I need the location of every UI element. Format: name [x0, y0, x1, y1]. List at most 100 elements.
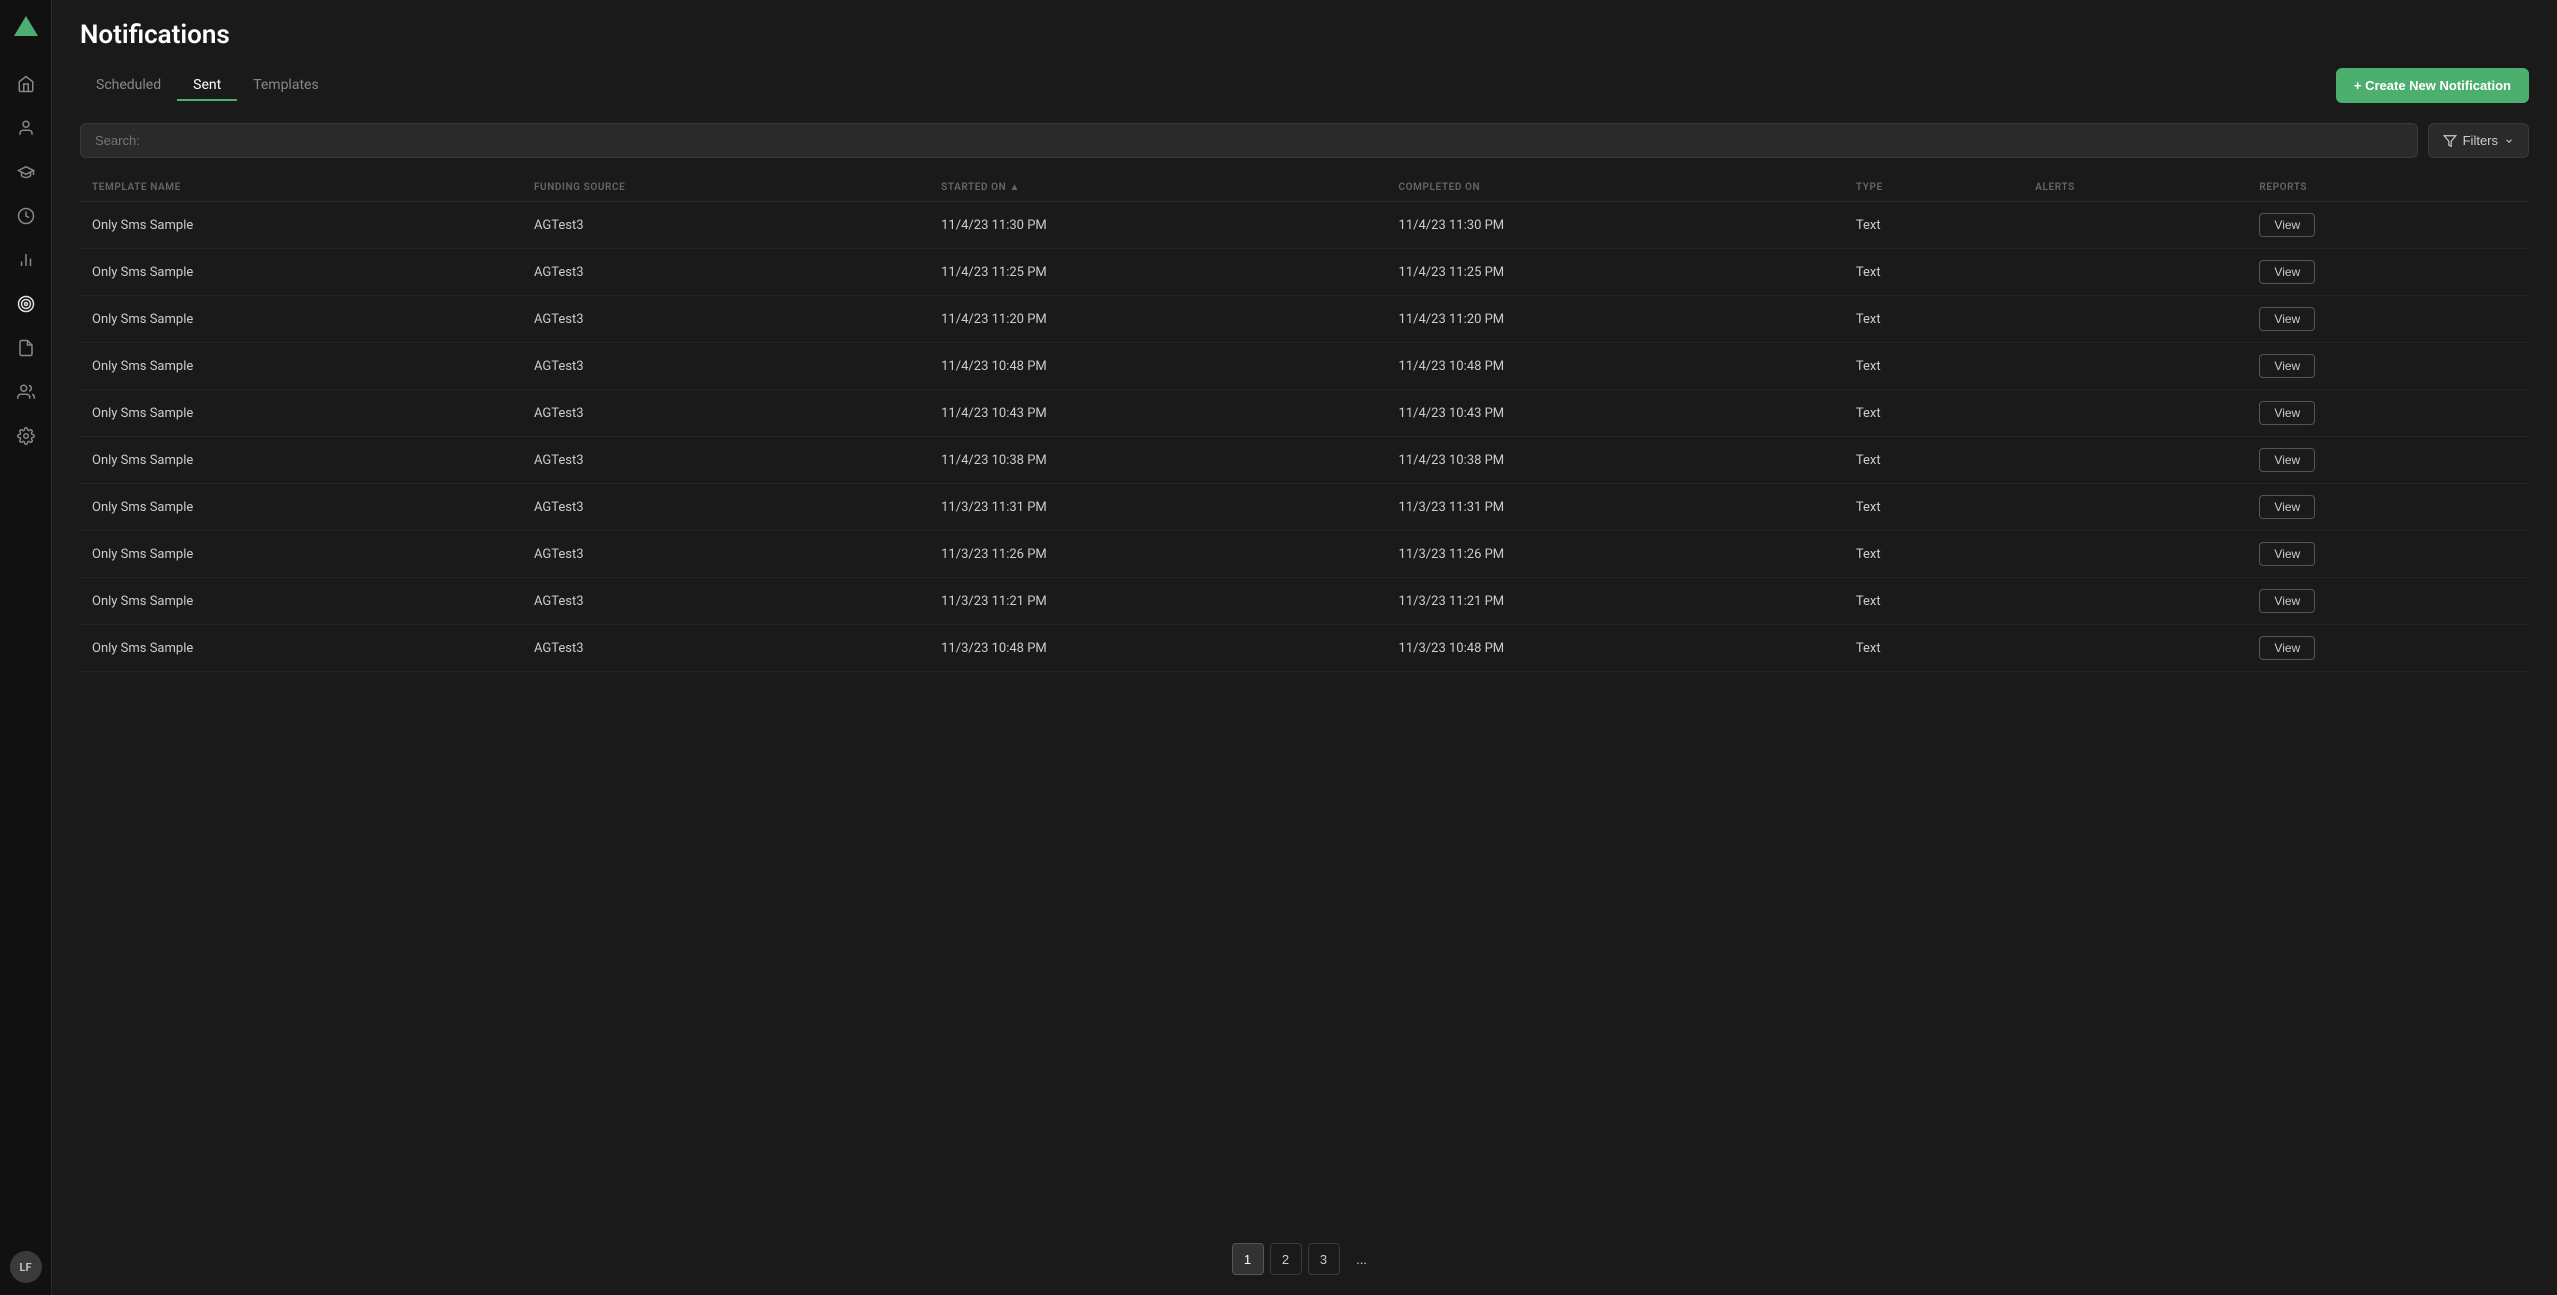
cell-started-on: 11/4/23 10:43 PM	[929, 390, 1386, 437]
graduation-icon[interactable]	[6, 152, 46, 192]
table-header: TEMPLATE NAME FUNDING SOURCE STARTED ON …	[80, 174, 2529, 202]
view-button[interactable]: View	[2259, 495, 2315, 519]
cell-alerts	[2023, 296, 2247, 343]
table-row: Only Sms Sample AGTest3 11/4/23 11:30 PM…	[80, 202, 2529, 249]
cell-completed-on: 11/3/23 11:31 PM	[1387, 484, 1844, 531]
page-button-2[interactable]: 2	[1270, 1243, 1302, 1275]
view-button[interactable]: View	[2259, 307, 2315, 331]
view-button[interactable]: View	[2259, 448, 2315, 472]
cell-funding-source: AGTest3	[522, 390, 929, 437]
sidebar: LF	[0, 0, 52, 1295]
cell-funding-source: AGTest3	[522, 296, 929, 343]
cell-reports: View	[2247, 484, 2529, 531]
cell-alerts	[2023, 625, 2247, 672]
filter-button[interactable]: Filters	[2428, 123, 2529, 158]
view-button[interactable]: View	[2259, 636, 2315, 660]
cell-completed-on: 11/4/23 11:20 PM	[1387, 296, 1844, 343]
cell-template-name: Only Sms Sample	[80, 343, 522, 390]
cell-started-on: 11/4/23 11:25 PM	[929, 249, 1386, 296]
cell-alerts	[2023, 578, 2247, 625]
col-funding-source: FUNDING SOURCE	[522, 174, 929, 202]
col-alerts: ALERTS	[2023, 174, 2247, 202]
cell-reports: View	[2247, 578, 2529, 625]
table-row: Only Sms Sample AGTest3 11/4/23 10:48 PM…	[80, 343, 2529, 390]
settings-icon[interactable]	[6, 416, 46, 456]
cell-started-on: 11/3/23 11:26 PM	[929, 531, 1386, 578]
table-row: Only Sms Sample AGTest3 11/4/23 10:43 PM…	[80, 390, 2529, 437]
cell-alerts	[2023, 249, 2247, 296]
target-icon[interactable]	[6, 284, 46, 324]
table-row: Only Sms Sample AGTest3 11/3/23 11:26 PM…	[80, 531, 2529, 578]
cell-started-on: 11/4/23 10:48 PM	[929, 343, 1386, 390]
tabs-row: Scheduled Sent Templates + Create New No…	[80, 68, 2529, 103]
cell-funding-source: AGTest3	[522, 343, 929, 390]
table-row: Only Sms Sample AGTest3 11/3/23 11:31 PM…	[80, 484, 2529, 531]
cell-completed-on: 11/4/23 10:48 PM	[1387, 343, 1844, 390]
cell-started-on: 11/4/23 11:30 PM	[929, 202, 1386, 249]
view-button[interactable]: View	[2259, 542, 2315, 566]
cell-completed-on: 11/4/23 10:43 PM	[1387, 390, 1844, 437]
tab-scheduled[interactable]: Scheduled	[80, 71, 177, 101]
cell-reports: View	[2247, 202, 2529, 249]
cell-started-on: 11/4/23 10:38 PM	[929, 437, 1386, 484]
cell-funding-source: AGTest3	[522, 531, 929, 578]
table-row: Only Sms Sample AGTest3 11/3/23 11:21 PM…	[80, 578, 2529, 625]
cell-template-name: Only Sms Sample	[80, 578, 522, 625]
cell-template-name: Only Sms Sample	[80, 437, 522, 484]
col-completed-on: COMPLETED ON	[1387, 174, 1844, 202]
cell-template-name: Only Sms Sample	[80, 390, 522, 437]
cell-type: Text	[1844, 484, 2023, 531]
page-button-3[interactable]: 3	[1308, 1243, 1340, 1275]
cell-funding-source: AGTest3	[522, 484, 929, 531]
cell-type: Text	[1844, 531, 2023, 578]
page-title: Notifications	[80, 20, 2529, 50]
view-button[interactable]: View	[2259, 213, 2315, 237]
avatar[interactable]: LF	[10, 1251, 42, 1283]
home-icon[interactable]	[6, 64, 46, 104]
tab-sent[interactable]: Sent	[177, 71, 237, 101]
notifications-table-wrap: TEMPLATE NAME FUNDING SOURCE STARTED ON …	[80, 174, 2529, 1223]
search-input[interactable]	[80, 123, 2418, 158]
group-icon[interactable]	[6, 372, 46, 412]
page-button-1[interactable]: 1	[1232, 1243, 1264, 1275]
cell-reports: View	[2247, 296, 2529, 343]
document-icon[interactable]	[6, 328, 46, 368]
person-icon[interactable]	[6, 108, 46, 148]
table-row: Only Sms Sample AGTest3 11/4/23 11:25 PM…	[80, 249, 2529, 296]
cell-reports: View	[2247, 625, 2529, 672]
cell-type: Text	[1844, 296, 2023, 343]
view-button[interactable]: View	[2259, 401, 2315, 425]
cell-alerts	[2023, 343, 2247, 390]
cell-funding-source: AGTest3	[522, 578, 929, 625]
filter-label: Filters	[2463, 133, 2498, 148]
app-logo[interactable]	[10, 12, 42, 44]
col-started-on[interactable]: STARTED ON ▲	[929, 174, 1386, 202]
view-button[interactable]: View	[2259, 354, 2315, 378]
col-template-name: TEMPLATE NAME	[80, 174, 522, 202]
cell-reports: View	[2247, 249, 2529, 296]
cell-template-name: Only Sms Sample	[80, 202, 522, 249]
create-notification-button[interactable]: + Create New Notification	[2336, 68, 2529, 103]
col-type: TYPE	[1844, 174, 2023, 202]
cell-completed-on: 11/4/23 10:38 PM	[1387, 437, 1844, 484]
main-content: Notifications Scheduled Sent Templates +…	[52, 0, 2557, 1295]
clock-icon[interactable]	[6, 196, 46, 236]
cell-alerts	[2023, 390, 2247, 437]
cell-completed-on: 11/3/23 11:26 PM	[1387, 531, 1844, 578]
cell-started-on: 11/3/23 11:21 PM	[929, 578, 1386, 625]
cell-template-name: Only Sms Sample	[80, 625, 522, 672]
cell-reports: View	[2247, 343, 2529, 390]
cell-type: Text	[1844, 249, 2023, 296]
table-row: Only Sms Sample AGTest3 11/3/23 10:48 PM…	[80, 625, 2529, 672]
col-reports: REPORTS	[2247, 174, 2529, 202]
chart-icon[interactable]	[6, 240, 46, 280]
cell-started-on: 11/3/23 10:48 PM	[929, 625, 1386, 672]
tab-templates[interactable]: Templates	[237, 71, 335, 101]
cell-funding-source: AGTest3	[522, 625, 929, 672]
view-button[interactable]: View	[2259, 260, 2315, 284]
cell-template-name: Only Sms Sample	[80, 296, 522, 343]
cell-alerts	[2023, 202, 2247, 249]
cell-template-name: Only Sms Sample	[80, 531, 522, 578]
view-button[interactable]: View	[2259, 589, 2315, 613]
cell-type: Text	[1844, 343, 2023, 390]
